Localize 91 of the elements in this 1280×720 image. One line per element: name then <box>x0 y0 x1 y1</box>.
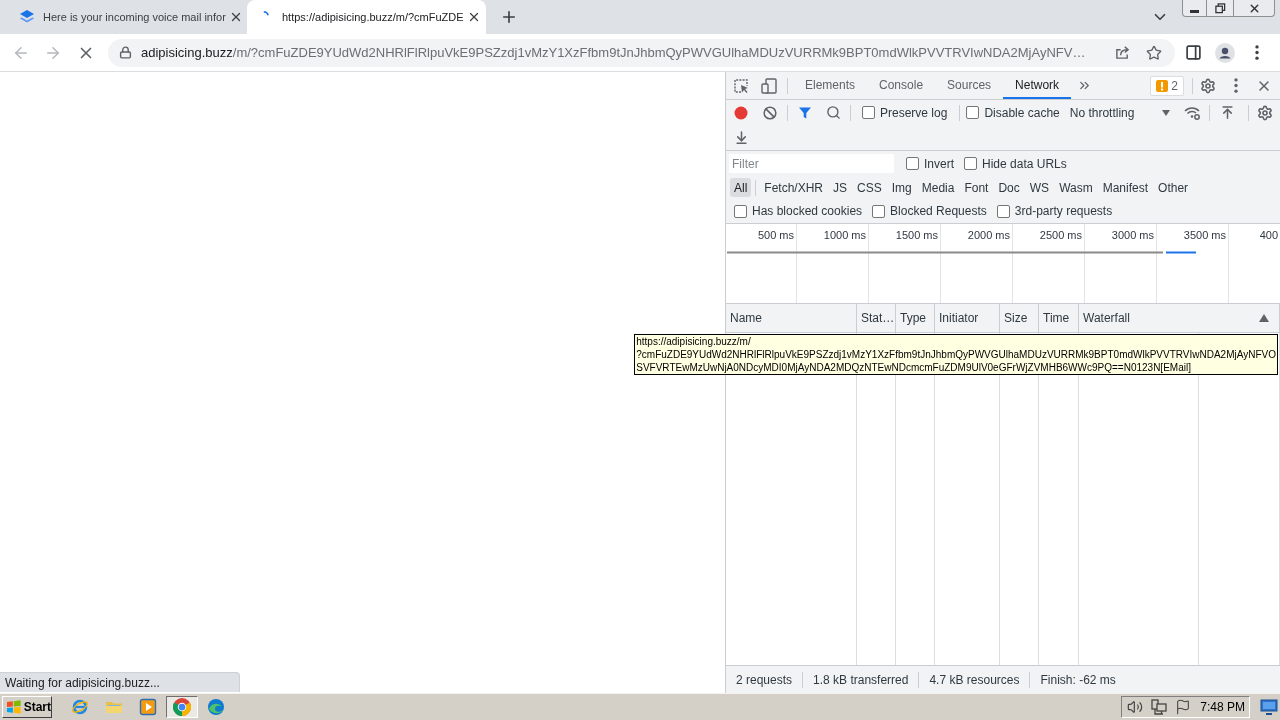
summary-text: 1.8 kB transferred <box>813 671 909 689</box>
timeline-tick-label: 1000 ms <box>823 228 866 241</box>
monitor-icon <box>1260 699 1278 715</box>
plus-icon <box>500 8 518 26</box>
checkbox-label[interactable]: Blocked Requests <box>890 202 987 220</box>
column-header[interactable]: Waterfall <box>1079 304 1280 332</box>
devtools-tab[interactable]: Elements <box>793 72 868 99</box>
flag-icon[interactable] <box>1175 699 1192 715</box>
taskbar-app-button[interactable] <box>166 696 198 718</box>
column-header[interactable]: Name <box>726 304 857 332</box>
summary-text: Finish: -62 ms <box>1040 671 1116 689</box>
start-button[interactable]: Start <box>2 696 52 718</box>
settings-icon <box>1200 77 1216 94</box>
checkbox-label[interactable]: Invert <box>924 154 954 173</box>
column-header[interactable]: Size <box>1000 304 1039 332</box>
wifi-gear-icon <box>1183 105 1200 120</box>
side-panel-icon <box>1184 44 1202 61</box>
dropdown-arrow-icon <box>1161 109 1170 116</box>
type-filter-button[interactable]: CSS <box>853 178 886 197</box>
type-filter-button[interactable]: Manifest <box>1098 178 1153 197</box>
address-bar[interactable]: adipisicing.buzz/m/?cmFuZDE9YUdWd2NHRlFlRlpuVkE9PSZzdj1vMzY1XzFfbm9tJnJhbmQyPWVGUlhaMDUzVURRMk9BPT0mdWlkPVVTRVIwNDA2MjAyNFV… <box>108 38 1175 67</box>
person-avatar-icon <box>1215 42 1235 63</box>
throttling-select[interactable]: No throttling <box>1069 102 1172 123</box>
checkbox[interactable] <box>734 204 747 218</box>
timeline-tick-label: 2500 ms <box>1039 228 1082 241</box>
checkbox-label[interactable]: Disable cache <box>984 103 1060 122</box>
type-filter-button[interactable]: Fetch/XHR <box>760 178 828 197</box>
type-filter-button[interactable]: Font <box>960 178 993 197</box>
timeline-tick-label: 500 ms <box>757 228 794 241</box>
type-filter-button[interactable]: Img <box>887 178 916 197</box>
timeline-tick-label: 1500 ms <box>895 228 938 241</box>
status-bubble: Waiting for adipisicing.buzz... <box>0 672 240 692</box>
column-header[interactable]: Initiator <box>935 304 1000 332</box>
menu-icon <box>1255 45 1259 60</box>
type-filter-button[interactable]: All <box>730 178 752 197</box>
summary-text: 2 requests <box>736 671 793 689</box>
summary-text: 4.7 kB resources <box>929 671 1020 689</box>
timeline-tick-label: 400 <box>1259 228 1278 241</box>
timeline-tick-label: 3000 ms <box>1111 228 1154 241</box>
star-icon <box>1146 44 1162 61</box>
devtools-tab[interactable]: Console <box>867 72 936 99</box>
type-filter-button[interactable]: Media <box>917 178 959 197</box>
checkbox[interactable] <box>966 106 980 119</box>
share-icon <box>1114 45 1130 60</box>
type-filter-button[interactable]: Other <box>1154 178 1193 197</box>
cursor-box-icon <box>733 77 749 94</box>
browser-tab[interactable]: https://adipisicing.buzz/m/?cmFuZDE <box>247 0 486 34</box>
checkbox-label[interactable]: Hide data URLs <box>982 154 1067 173</box>
type-filter-button[interactable]: Wasm <box>1055 178 1097 197</box>
network-computer-icon[interactable] <box>1151 699 1168 715</box>
checkbox[interactable] <box>862 106 875 119</box>
column-header[interactable]: Type <box>896 304 935 332</box>
browser-tab[interactable]: Here is your incoming voice mail infor <box>8 0 247 34</box>
column-header[interactable]: Time <box>1039 304 1079 332</box>
download-icon <box>733 130 749 145</box>
checkbox[interactable] <box>906 157 919 170</box>
settings-icon <box>1257 104 1273 121</box>
wave-logo-icon <box>207 698 225 716</box>
type-filter-button[interactable]: Doc <box>994 178 1024 197</box>
search-icon <box>825 105 841 120</box>
url-text: adipisicing.buzz/m/?cmFuZDE9YUdWd2NHRlFlRlpuVkE9PSZzdj1vMzY1XzFfbm9tJnJhbmQyPWVGUlhaMDUzVURRMk9BPT0mdWlkPVVTRVIwNDA2MjAyNFV… <box>141 43 1086 62</box>
timeline-tick-label: 3500 ms <box>1183 228 1226 241</box>
windows-flag-icon <box>6 699 22 715</box>
sort-up-icon <box>1259 314 1269 322</box>
clock-text[interactable]: 7:48 PM <box>1200 698 1245 716</box>
checkbox-label[interactable]: Has blocked cookies <box>752 202 863 220</box>
checkbox[interactable] <box>996 204 1010 218</box>
show-desktop-button[interactable] <box>1260 698 1278 716</box>
checkbox[interactable] <box>964 157 977 170</box>
column-header[interactable]: Stat… <box>857 304 896 332</box>
warning-square-icon <box>1156 79 1169 92</box>
filter-input[interactable]: Filter <box>729 154 894 173</box>
globe-e-icon <box>71 698 89 716</box>
devtools-tab[interactable]: Sources <box>935 72 1004 99</box>
checkbox[interactable] <box>872 204 886 218</box>
url-tooltip: https://adipisicing.buzz/m/ ?cmFuZDE9YUdWd2NHRlFlRlpuVkE9PSZzdj1vMzY1XzFfbm9tJnJhbmQyPWVGUlhaMDUzVURRMk9BPT0mdWlkPVVTRVIwNDA2MjAyNFVO SVFVRTEwMzUwNjA0NDcyMDI0MjAyNDA2MDQzNTEwNDcmcmFuZDM9UlV0eGFrWjZVMHB6WWc9PQ==N0123N[EMail] <box>634 334 1278 375</box>
checkbox-label[interactable]: 3rd-party requests <box>1014 202 1113 220</box>
phone-tablet-icon <box>761 77 777 94</box>
filter-icon <box>798 105 812 120</box>
circle-logo-icon <box>173 698 191 716</box>
type-filter-button[interactable]: JS <box>829 178 852 197</box>
speaker-icon[interactable] <box>1127 699 1144 715</box>
menu-icon <box>1234 78 1238 93</box>
issues-button[interactable]: 2 <box>1150 75 1184 96</box>
timeline-tick-label: 2000 ms <box>967 228 1010 241</box>
minimize-icon <box>1190 9 1199 13</box>
play-icon <box>139 698 157 716</box>
type-filter-button[interactable]: WS <box>1025 178 1054 197</box>
lock-icon <box>119 46 132 59</box>
checkbox-label[interactable]: Preserve log <box>880 103 948 122</box>
circle-slash-icon <box>763 105 777 120</box>
